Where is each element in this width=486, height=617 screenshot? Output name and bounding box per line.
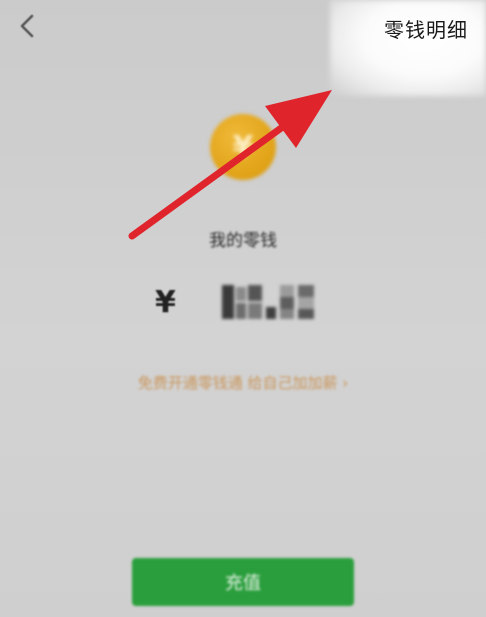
yuan-coin-icon: ¥ (210, 114, 276, 180)
promo-link[interactable]: 免费开通零钱通 给自己加加薪 › (0, 372, 486, 393)
balance-detail-link[interactable]: 零钱明细 (384, 14, 468, 43)
back-button[interactable] (12, 10, 42, 42)
balance-title: 我的零钱 (209, 231, 277, 251)
balance-amount: ¥ (155, 277, 324, 327)
chevron-left-icon (20, 14, 34, 38)
coin-symbol: ¥ (232, 129, 254, 165)
recharge-button[interactable]: 充值 (132, 558, 354, 606)
currency-symbol: ¥ (155, 284, 176, 320)
wallet-page: 零钱明细 ¥ 我的零钱 ¥ 免费开通零钱通 给自己加加薪 › 充值 (0, 0, 486, 617)
pixelated-amount (186, 279, 324, 325)
